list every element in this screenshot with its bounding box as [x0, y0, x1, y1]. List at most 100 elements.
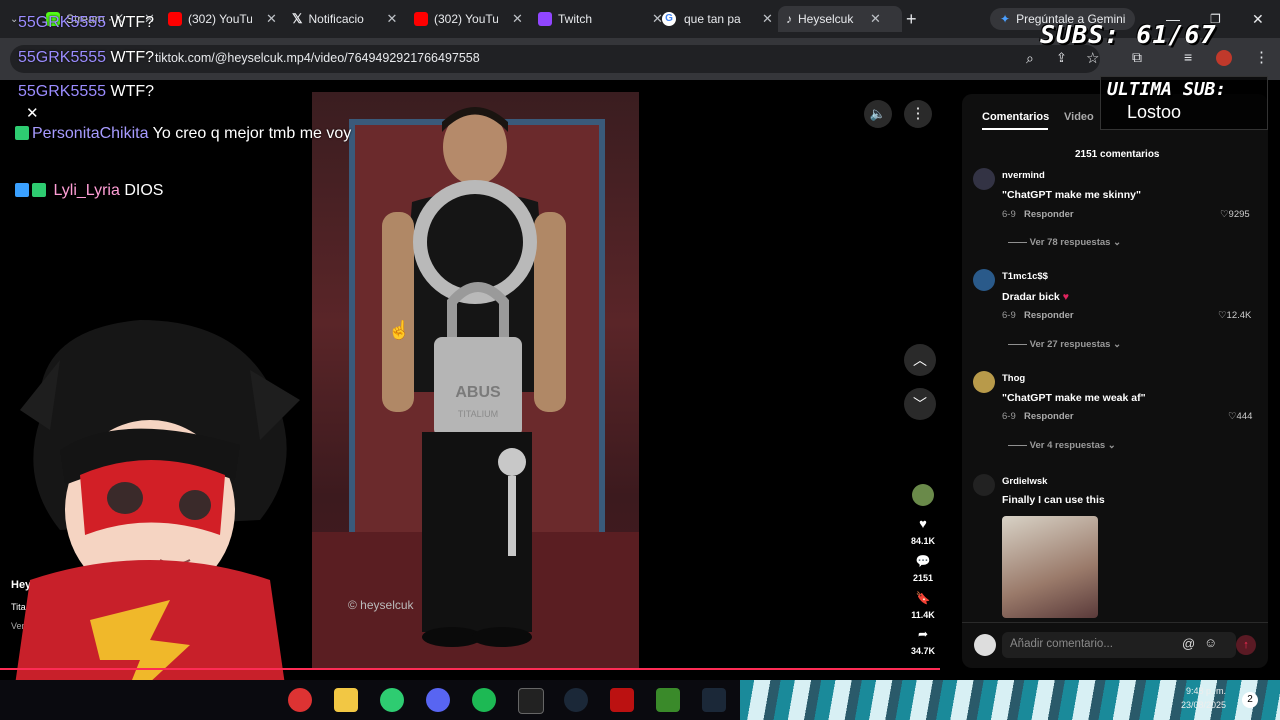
comment-user[interactable]: Grdielwsk	[1002, 476, 1047, 487]
view-replies[interactable]: —— Ver 27 respuestas ⌄	[1008, 339, 1121, 350]
steam-icon[interactable]	[564, 688, 588, 712]
tab-tiktok-active[interactable]: ♪ Heyselcuk ✕	[778, 6, 902, 32]
extensions-icon[interactable]: ⧉	[1132, 49, 1142, 66]
clock-time[interactable]: 9:48 p. m.	[1166, 686, 1226, 696]
reply-button[interactable]: Responder	[1024, 310, 1074, 321]
comment-button[interactable]: 💬	[908, 554, 938, 568]
volume-icon[interactable]: 🔈	[864, 100, 892, 128]
obs-icon[interactable]	[288, 688, 312, 712]
youtube-icon	[414, 12, 428, 26]
chat-badge-icon	[15, 126, 29, 140]
mention-icon[interactable]: @	[1182, 636, 1195, 651]
clock-date[interactable]: 23/08/2025	[1166, 700, 1226, 710]
avatar[interactable]	[973, 168, 995, 190]
comment-icon: 💬	[915, 554, 931, 568]
avatar[interactable]	[973, 371, 995, 393]
save-count: 11.4K	[911, 610, 935, 620]
close-window-button[interactable]: ✕	[1252, 6, 1264, 32]
twitch-icon	[538, 12, 552, 26]
zoom-icon[interactable]: ⌕	[1026, 50, 1034, 67]
avatar[interactable]	[973, 269, 995, 291]
tab-twitch[interactable]: Twitch ✕	[538, 6, 663, 32]
tab-notifications[interactable]: 𝕏 Notificacio ✕	[292, 6, 397, 32]
comment-user[interactable]: T1mc1c$$	[1002, 271, 1048, 282]
close-icon[interactable]: ✕	[512, 11, 523, 27]
lock-brand: ABUS	[455, 384, 501, 401]
install-icon[interactable]: ⇪	[1056, 50, 1067, 66]
minecraft-icon[interactable]	[656, 688, 680, 712]
url-text[interactable]: tiktok.com/@heyselcuk.mp4/video/76494929…	[155, 51, 480, 65]
discord-icon[interactable]	[426, 688, 450, 712]
heart-emoji-icon: ♥	[1062, 291, 1069, 303]
comment-input[interactable]: Añadir comentario... @ ☺	[1002, 632, 1236, 658]
spotify-icon[interactable]	[472, 688, 496, 712]
more-options-icon[interactable]: ⋮	[904, 100, 932, 128]
taskbar: 9:48 p. m. 23/08/2025 2	[0, 680, 1280, 720]
heart-outline-icon: ♡	[1218, 310, 1227, 321]
view-replies[interactable]: —— Ver 78 respuestas ⌄	[1008, 237, 1121, 248]
last-sub-name: Lostoo	[1127, 102, 1182, 122]
comment-text: "ChatGPT make me skinny"	[1002, 189, 1141, 201]
comment-user[interactable]: Thog	[1002, 373, 1025, 384]
creator-avatar[interactable]	[912, 484, 934, 506]
tab-comments[interactable]: Comentarios	[982, 111, 1049, 123]
reply-button[interactable]: Responder	[1024, 411, 1074, 422]
xbox-icon[interactable]	[380, 688, 404, 712]
comment-likes[interactable]: ♡444	[1228, 411, 1252, 422]
new-tab-button[interactable]: +	[906, 6, 917, 32]
chat-line: Lyli_Lyria DIOS	[15, 182, 163, 200]
comment-user[interactable]: nvermind	[1002, 170, 1045, 181]
gemini-icon: ✦	[1000, 12, 1011, 26]
close-icon[interactable]: ✕	[386, 11, 397, 27]
video-player[interactable]: ABUS TITALIUM © heyselcuk	[312, 92, 639, 670]
last-sub-label: ULTIMA SUB:	[1107, 79, 1227, 100]
notification-count[interactable]: 2	[1242, 692, 1258, 708]
comment-count-header: 2151 comentarios	[1075, 149, 1160, 160]
x-icon: 𝕏	[292, 11, 303, 26]
bookmark-icon: 🔖	[915, 591, 931, 605]
comment-count: 2151	[912, 573, 934, 583]
comment-date: 6-9	[1002, 209, 1016, 220]
file-explorer-icon[interactable]	[334, 688, 358, 712]
my-avatar	[974, 634, 996, 656]
comment-text: "ChatGPT make me weak af"	[1002, 392, 1146, 404]
like-button[interactable]: ♥	[908, 516, 938, 531]
chat-line: 55GRK5555 WTF?	[18, 49, 155, 66]
comment-image[interactable]	[1002, 516, 1098, 618]
comment-likes[interactable]: ♡12.4K	[1218, 310, 1251, 321]
tab-videos[interactable]: Video	[1064, 111, 1094, 123]
menu-icon[interactable]: ⋮	[1254, 48, 1269, 66]
next-video-button[interactable]: ﹀	[904, 388, 936, 420]
view-replies[interactable]: —— Ver 4 respuestas ⌄	[1008, 440, 1116, 451]
close-icon[interactable]: ✕	[870, 11, 881, 27]
media-icon[interactable]: ≡	[1184, 49, 1192, 65]
app-x-icon[interactable]	[610, 688, 634, 712]
epic-games-icon[interactable]	[518, 688, 544, 714]
close-icon[interactable]: ✕	[762, 11, 773, 27]
heart-outline-icon: ♡	[1228, 411, 1237, 422]
previous-video-button[interactable]: ︿	[904, 344, 936, 376]
avatar[interactable]	[973, 474, 995, 496]
divider	[962, 622, 1268, 623]
comment-likes[interactable]: ♡9295	[1220, 209, 1250, 220]
comment-text: Dradar bick ♥	[1002, 291, 1069, 303]
steam-2-icon[interactable]	[702, 688, 726, 712]
share-count: 34.7K	[910, 646, 936, 656]
reply-button[interactable]: Responder	[1024, 209, 1074, 220]
save-button[interactable]: 🔖	[908, 591, 938, 605]
tab-youtube-2[interactable]: (302) YouTu ✕	[414, 6, 523, 32]
chat-line: 55GRK5555 WTF?	[18, 14, 155, 31]
bookmark-star-icon[interactable]: ☆	[1086, 49, 1099, 67]
close-icon[interactable]: ✕	[266, 11, 277, 27]
profile-avatar[interactable]	[1216, 50, 1232, 66]
emoji-icon[interactable]: ☺	[1204, 635, 1217, 650]
send-icon[interactable]: ↑	[1236, 635, 1256, 655]
tab-google[interactable]: Gque tan pa ✕	[662, 6, 773, 32]
omnibox[interactable]: tiktok.com/@heyselcuk.mp4/video/76494929…	[10, 45, 1100, 73]
comments-panel: Comentarios Video 2151 comentarios nverm…	[962, 94, 1268, 668]
tab-youtube-1[interactable]: (302) YouTu ✕	[168, 6, 277, 32]
like-count: 84.1K	[910, 536, 936, 546]
share-button[interactable]: ➦	[908, 627, 938, 641]
video-watermark: © heyselcuk	[348, 598, 414, 612]
progress-bar[interactable]	[0, 668, 940, 670]
